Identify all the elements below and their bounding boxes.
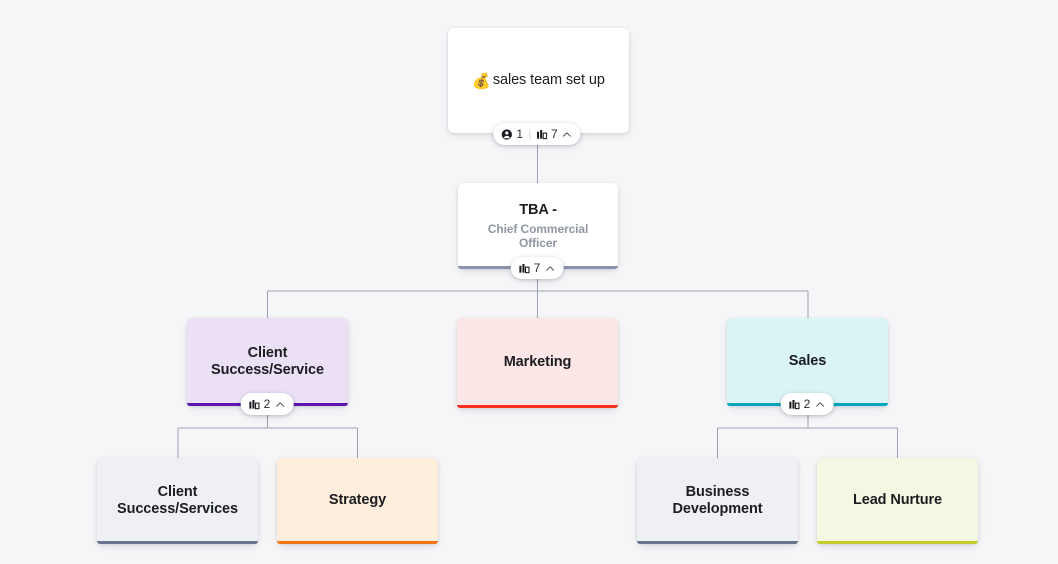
org-chart-canvas: 💰 sales team set up 1 7 TBA - Chief Comm… [0, 0, 1058, 564]
badge-cco[interactable]: 7 [510, 257, 564, 279]
node-title: TBA - [519, 201, 557, 218]
reports-count: 2 [803, 397, 811, 411]
node-title: Lead Nurture [852, 492, 943, 509]
person-icon [501, 128, 512, 140]
node-accent-bar [277, 541, 438, 544]
node-client-success-services[interactable]: Client Success/Services [97, 458, 258, 544]
reports-count: 7 [551, 127, 558, 141]
hierarchy-icon [536, 129, 547, 140]
node-sales-team-set-up[interactable]: 💰 sales team set up [448, 28, 629, 133]
node-title: Marketing [503, 354, 572, 371]
root-node-label: 💰 sales team set up [472, 72, 605, 90]
node-accent-bar [457, 405, 618, 408]
node-accent-bar [97, 541, 258, 544]
chevron-up-icon[interactable] [274, 399, 285, 410]
node-lead-nurture[interactable]: Lead Nurture [817, 458, 978, 544]
node-title: sales team set up [492, 71, 605, 88]
reports-count: 2 [263, 397, 271, 411]
node-strategy[interactable]: Strategy [277, 458, 438, 544]
hierarchy-icon [789, 399, 800, 410]
chevron-up-icon[interactable] [814, 399, 825, 410]
badge-client-success-service[interactable]: 2 [240, 393, 294, 415]
reports-count: 7 [533, 261, 541, 275]
chevron-up-icon[interactable] [562, 129, 573, 140]
badge-sales[interactable]: 2 [780, 393, 834, 415]
badge-root[interactable]: 1 7 [493, 123, 581, 145]
money-bag-icon: 💰 [472, 72, 491, 90]
node-title: Strategy [328, 492, 387, 509]
node-title: Client Success/Services [117, 483, 238, 517]
node-marketing[interactable]: Marketing [457, 318, 618, 408]
badge-divider [529, 128, 530, 140]
node-accent-bar [817, 541, 978, 544]
node-title: Sales [788, 353, 827, 370]
node-title: Business Development [672, 483, 763, 517]
hierarchy-icon [249, 399, 260, 410]
node-business-development[interactable]: Business Development [637, 458, 798, 544]
node-title: Client Success/Service [211, 344, 324, 378]
people-count: 1 [516, 127, 523, 141]
node-subtitle: Chief Commercial Officer [487, 222, 589, 251]
chevron-up-icon[interactable] [544, 263, 555, 274]
node-accent-bar [637, 541, 798, 544]
hierarchy-icon [519, 263, 530, 274]
